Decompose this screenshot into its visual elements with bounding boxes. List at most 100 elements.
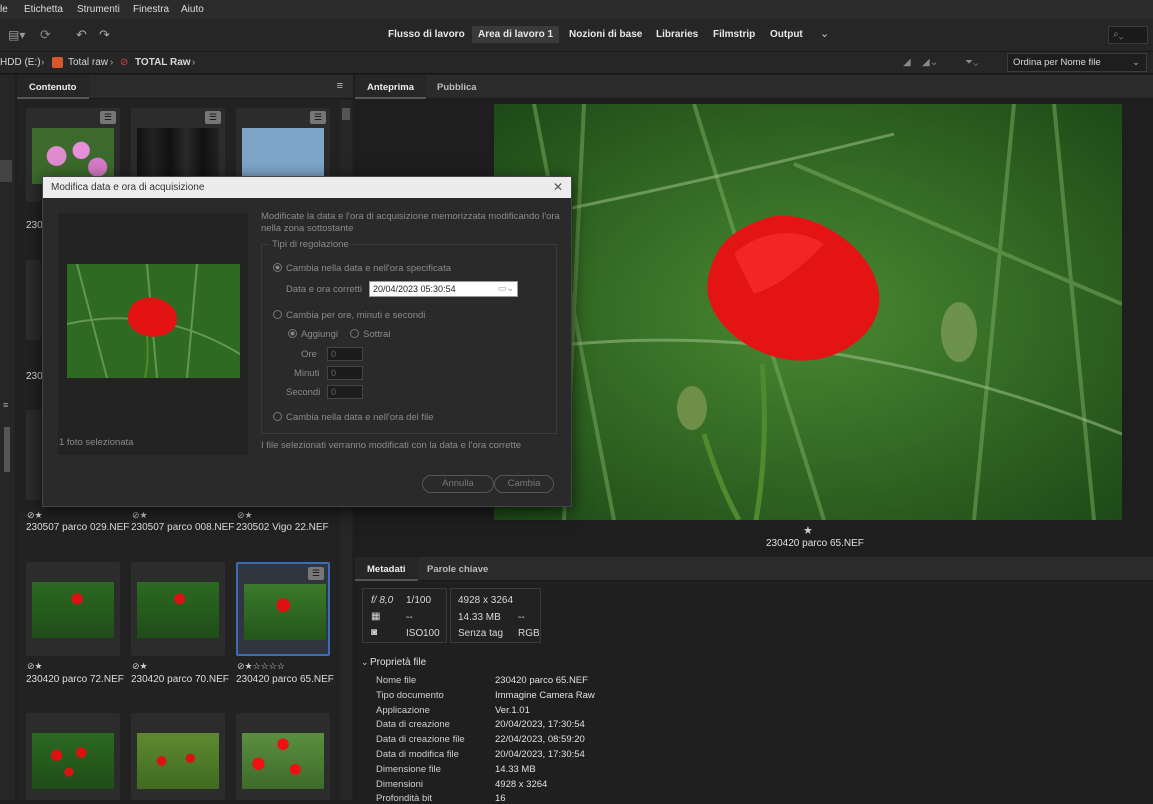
workspace-area1[interactable]: Area di lavoro 1 (472, 26, 560, 43)
meta-value[interactable]: Ver.1.01 (495, 705, 530, 716)
group-title: Tipi di regolazione (269, 239, 352, 250)
radio-icon[interactable] (273, 310, 282, 319)
rotate-icon[interactable]: ⟳ (40, 27, 51, 43)
meta-value[interactable]: 20/04/2023, 17:30:54 (495, 719, 585, 730)
chevron-right-icon: › (192, 57, 196, 68)
menu-strumenti[interactable]: Strumenti (77, 4, 120, 15)
thumbnail[interactable] (26, 713, 120, 800)
hours-input[interactable]: 0 (327, 347, 363, 361)
close-icon[interactable]: ✕ (553, 180, 563, 194)
rotate-left-icon[interactable]: ↶ (76, 27, 87, 43)
left-collapsed-panel: ≡ (0, 75, 15, 800)
thumbnail-selected[interactable]: ☰ (236, 562, 330, 656)
rating-stars[interactable]: ⊘★☆☆☆☆ (237, 661, 285, 672)
option-add[interactable]: Aggiungi (288, 329, 338, 340)
preview-image (494, 104, 1122, 520)
folder-icon (52, 57, 63, 68)
toolbar: ▤▾ ⟳ ↶ ↷ Flusso di lavoro Area di lavoro… (0, 19, 1153, 52)
seconds-input[interactable]: 0 (327, 385, 363, 399)
adjust-icon[interactable]: ☰ (310, 111, 326, 124)
workspace-flusso[interactable]: Flusso di lavoro (388, 29, 465, 40)
chevron-right-icon: › (41, 57, 45, 68)
thumbnail[interactable] (131, 562, 225, 656)
filter-quality-icon[interactable]: ◢ (903, 57, 911, 68)
meta-value[interactable]: 16 (495, 793, 506, 804)
meta-value[interactable]: Immagine Camera Raw (495, 690, 595, 701)
breadcrumb-drive[interactable]: HDD (E:) (0, 57, 41, 68)
option-subtract[interactable]: Sottrai (350, 329, 390, 340)
meta-value[interactable]: 22/04/2023, 08:59:20 (495, 734, 585, 745)
iso-label: ISO (406, 628, 424, 639)
preview-header: Anteprima Pubblica (355, 75, 1153, 99)
breadcrumb-folder1[interactable]: Total raw (68, 57, 108, 68)
workspace-filmstrip[interactable]: Filmstrip (713, 29, 755, 40)
menu-item[interactable]: le (0, 4, 8, 15)
meta-value[interactable]: 4928 x 3264 (495, 779, 547, 790)
thumbnail-image (32, 582, 114, 638)
thumbnail[interactable] (26, 410, 41, 500)
tab-anteprima[interactable]: Anteprima (355, 75, 426, 99)
option-specified[interactable]: Cambia nella data e nell'ora specificata (273, 263, 451, 274)
dialog-preview-image (67, 264, 240, 378)
radio-icon[interactable] (288, 329, 297, 338)
radio-icon[interactable] (350, 329, 359, 338)
adjust-icon[interactable]: ☰ (205, 111, 221, 124)
workspace-output[interactable]: Output (770, 29, 803, 40)
adjust-icon[interactable]: ☰ (100, 111, 116, 124)
section-title[interactable]: Proprietà file (370, 657, 426, 668)
date-input[interactable]: 20/04/2023 05:30:54 ▭⌄ (369, 281, 518, 297)
chevron-down-icon[interactable]: ⌄ (820, 27, 829, 40)
metering-value: -- (406, 612, 413, 623)
tab-contenuto[interactable]: Contenuto (17, 75, 89, 99)
profile-value: -- (518, 612, 525, 623)
thumbnail-filename: 230 (26, 371, 43, 382)
meta-value[interactable]: 14.33 MB (495, 764, 536, 775)
meta-value[interactable]: 20/04/2023, 17:30:54 (495, 749, 585, 760)
date-label: Data e ora corretti (286, 284, 363, 295)
search-input[interactable]: ⌕⌄ (1108, 26, 1148, 44)
meta-value[interactable]: 230420 parco 65.NEF (495, 675, 588, 686)
cancel-button[interactable]: Annulla (422, 475, 494, 493)
rating-stars[interactable]: ⊘★ (132, 661, 148, 672)
filter-rating-icon[interactable]: ◢⌄ (922, 57, 938, 68)
tab-pubblica[interactable]: Pubblica (425, 75, 489, 99)
workspace-libraries[interactable]: Libraries (656, 29, 698, 40)
thumbnail-filename: 230507 parco 029.NEF (26, 522, 130, 533)
scrollbar[interactable] (4, 427, 10, 472)
meta-key: Nome file (376, 675, 417, 686)
menu-finestra[interactable]: Finestra (133, 4, 169, 15)
seconds-label: Secondi (286, 387, 321, 398)
poppy-thumb (67, 264, 240, 378)
rating-stars[interactable]: ⊘★ (27, 661, 43, 672)
filter-funnel-icon[interactable]: ⏷⌄ (965, 57, 978, 68)
tab-parole-chiave[interactable]: Parole chiave (415, 557, 500, 581)
thumbnail[interactable] (236, 713, 330, 800)
rating-stars[interactable]: ⊘★ (27, 510, 43, 521)
option-file-date[interactable]: Cambia nella data e nell'ora del file (273, 412, 434, 423)
radio-icon[interactable] (273, 412, 282, 421)
option-offset[interactable]: Cambia per ore, minuti e secondi (273, 310, 425, 321)
thumbnail[interactable] (26, 562, 120, 656)
thumbnail[interactable] (26, 260, 41, 340)
rotate-right-icon[interactable]: ↷ (99, 27, 110, 43)
minutes-input[interactable]: 0 (327, 366, 363, 380)
preview-filename: 230420 parco 65.NEF (766, 538, 864, 549)
thumbnail[interactable] (131, 713, 225, 800)
chevron-down-icon[interactable]: ⌄ (361, 657, 369, 668)
tab-metadati[interactable]: Metadati (355, 557, 418, 581)
menu-etichetta[interactable]: Etichetta (24, 4, 63, 15)
adjust-icon[interactable]: ☰ (308, 567, 324, 580)
panel-menu-icon[interactable]: ≡ (337, 80, 343, 92)
rating-stars[interactable]: ⊘★ (237, 510, 253, 521)
boomerang-icon[interactable]: ▤▾ (8, 28, 25, 42)
rating-stars[interactable]: ⊘★ (132, 510, 148, 521)
calendar-icon[interactable]: ▭⌄ (498, 283, 514, 294)
menu-icon[interactable]: ≡ (3, 400, 8, 410)
workspace-nozioni[interactable]: Nozioni di base (569, 29, 642, 40)
sort-select[interactable]: Ordina per Nome file ⌄ (1007, 53, 1147, 72)
change-button[interactable]: Cambia (494, 475, 554, 493)
preview-rating[interactable]: ★ (803, 524, 813, 537)
radio-icon[interactable] (273, 263, 282, 272)
menu-aiuto[interactable]: Aiuto (181, 4, 204, 15)
breadcrumb-folder2[interactable]: TOTAL Raw (135, 57, 191, 68)
